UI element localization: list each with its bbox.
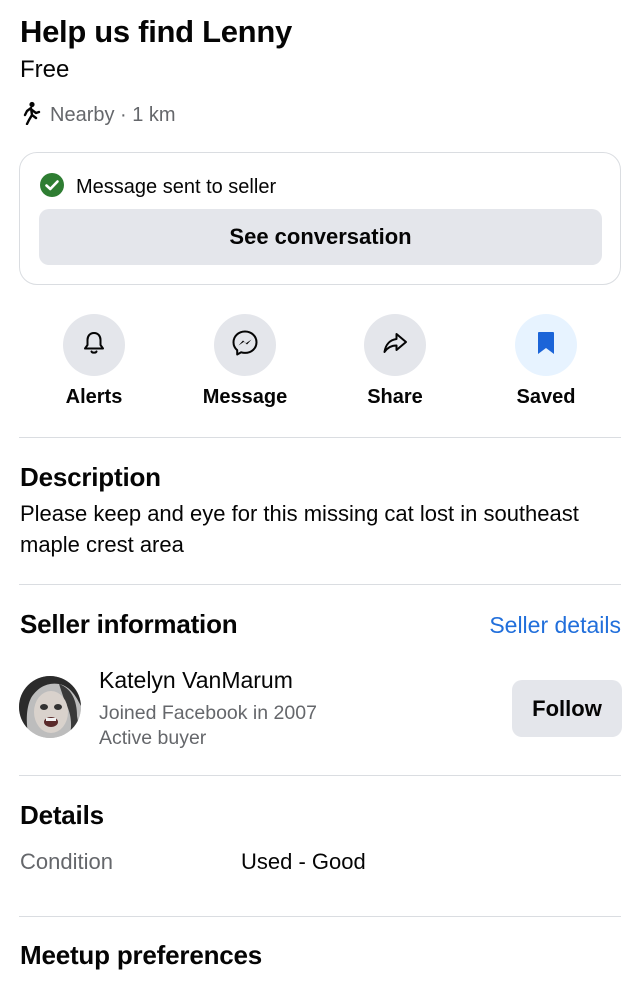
divider [19, 437, 621, 438]
alerts-button[interactable] [63, 314, 125, 376]
share-action[interactable]: Share [320, 314, 470, 409]
description-text: Please keep and eye for this missing cat… [20, 501, 579, 557]
description-heading: Description [20, 462, 161, 492]
messenger-icon [230, 328, 260, 363]
saved-label: Saved [516, 386, 576, 408]
listing-title: Help us find Lenny [20, 14, 292, 49]
message-label: Message [202, 386, 288, 408]
message-status-row: Message sent to seller [40, 173, 276, 202]
seller-info-heading: Seller information [20, 609, 238, 639]
message-action[interactable]: Message [170, 314, 320, 409]
details-heading: Details [20, 800, 104, 830]
saved-button[interactable] [515, 314, 577, 376]
divider [19, 584, 621, 585]
share-button[interactable] [364, 314, 426, 376]
seller-details-link[interactable]: Seller details [489, 612, 621, 639]
walking-person-icon [20, 101, 42, 130]
listing-price: Free [20, 56, 70, 83]
bell-icon [80, 329, 108, 362]
divider [19, 916, 621, 917]
see-conversation-button[interactable]: See conversation [39, 209, 602, 265]
distance-text: Nearby · 1 km [50, 104, 176, 126]
seller-name[interactable]: Katelyn VanMarum [99, 667, 293, 694]
message-status-card: Message sent to seller See conversation [19, 152, 621, 285]
check-circle-icon [40, 173, 64, 202]
share-icon [380, 328, 410, 363]
condition-value: Used - Good [241, 849, 366, 874]
alerts-label: Alerts [65, 386, 123, 408]
bookmark-icon [533, 329, 559, 362]
saved-action[interactable]: Saved [471, 314, 621, 409]
message-status-text: Message sent to seller [76, 176, 277, 198]
seller-joined: Joined Facebook in 2007 [99, 702, 317, 724]
seller-avatar[interactable] [19, 676, 81, 738]
alerts-action[interactable]: Alerts [19, 314, 169, 409]
seller-badge: Active buyer [99, 727, 207, 749]
condition-label: Condition [20, 849, 113, 874]
message-button[interactable] [214, 314, 276, 376]
divider [19, 775, 621, 776]
distance-row: Nearby · 1 km [20, 101, 176, 130]
share-label: Share [367, 386, 423, 408]
follow-button[interactable]: Follow [512, 680, 622, 737]
action-bar: Alerts Message Share Saved [19, 314, 621, 414]
meetup-heading: Meetup preferences [20, 940, 263, 970]
